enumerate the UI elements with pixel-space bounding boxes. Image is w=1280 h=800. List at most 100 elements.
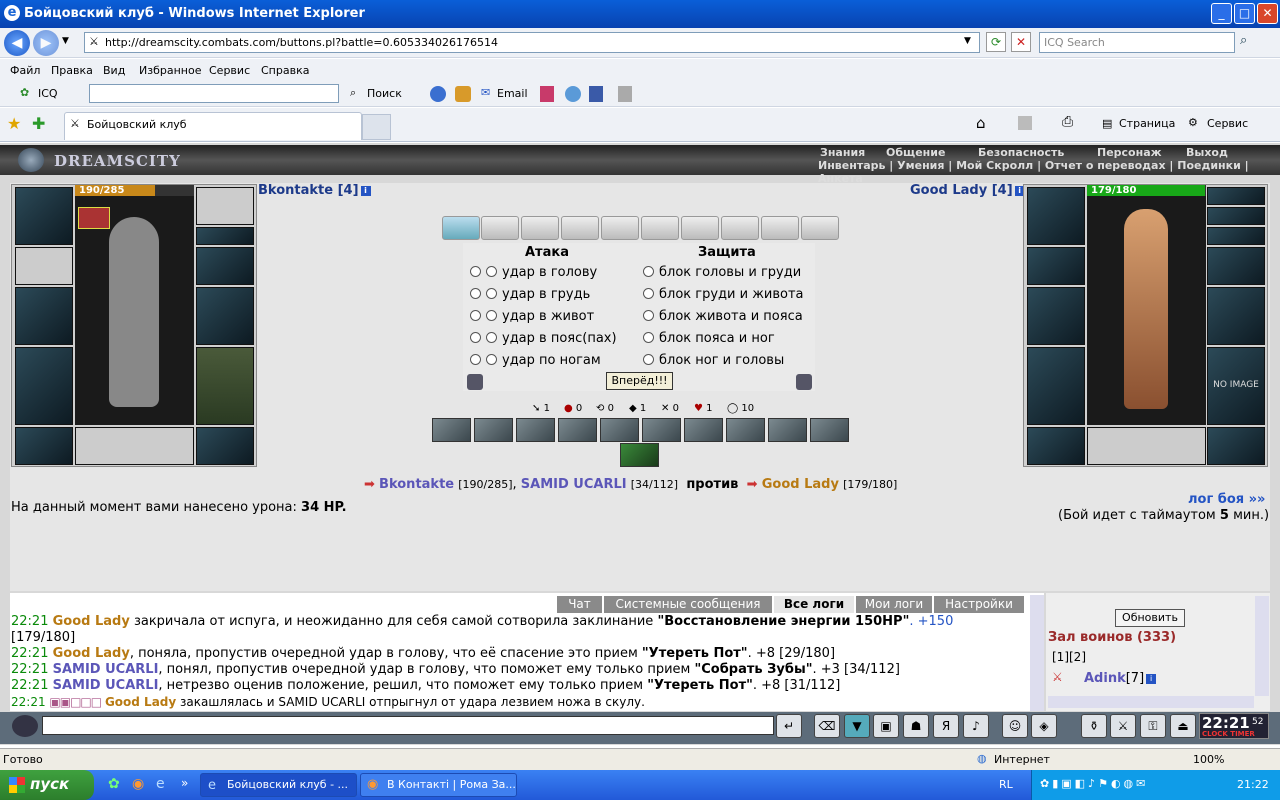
quicklaunch-ie-icon[interactable]: e <box>156 776 165 792</box>
opp-item-slots[interactable] <box>1087 427 1206 465</box>
icq-button[interactable]: ICQ <box>38 87 58 100</box>
clear-icon[interactable]: ⌫ <box>814 714 840 738</box>
chat-name[interactable]: Good Lady <box>105 695 176 709</box>
pants-slot[interactable] <box>196 347 254 425</box>
print-icon[interactable]: ⎙ <box>1062 114 1073 130</box>
skill-slot[interactable] <box>558 418 597 442</box>
chat-scrollbar[interactable] <box>1030 595 1044 711</box>
scroll-slot[interactable] <box>561 216 599 240</box>
minimize-button[interactable]: _ <box>1211 3 1232 24</box>
attack-radio-2[interactable] <box>486 354 497 365</box>
favorites-star-icon[interactable]: ★ <box>7 114 21 133</box>
tray-icons[interactable]: ✿▮▣◧♪⚑◐◍✉ <box>1040 777 1148 790</box>
scroll-slot[interactable] <box>601 216 639 240</box>
send-icon[interactable]: ↵ <box>776 714 802 738</box>
nav-secondary[interactable]: Инвентарь | Умения | Мой Скролл | Отчет … <box>818 159 1280 185</box>
block-radio[interactable] <box>643 354 654 365</box>
bracers-slot[interactable] <box>15 247 73 285</box>
block-radio[interactable] <box>643 332 654 343</box>
save-icon[interactable]: ▣ <box>873 714 899 738</box>
room-scrollbar[interactable] <box>1255 596 1269 696</box>
tab-chat[interactable]: Чат <box>557 596 602 613</box>
skill-slot[interactable] <box>516 418 555 442</box>
amulet-slots[interactable] <box>196 227 254 245</box>
gloves-slot[interactable] <box>196 247 254 285</box>
filter-icon[interactable]: ▼ <box>844 714 870 738</box>
room-hscrollbar[interactable] <box>1048 696 1254 708</box>
new-tab-button[interactable] <box>362 114 391 140</box>
tv-icon[interactable] <box>589 86 603 102</box>
opponent-name[interactable]: Good Lady [4] i <box>910 183 1025 198</box>
task-firefox[interactable]: В Контакті | Рома За... <box>360 773 517 797</box>
opp-weapon-slot[interactable] <box>1027 287 1085 345</box>
armor-slot[interactable] <box>15 347 73 425</box>
task-ie[interactable]: Бойцовский клуб - ... <box>200 773 357 797</box>
boots-slot[interactable] <box>196 427 254 465</box>
weapon-slot[interactable] <box>15 287 73 345</box>
battle-log-link[interactable]: лог боя »» <box>1188 492 1265 507</box>
chat-name[interactable]: SAMID UCARLI <box>53 662 159 677</box>
scroll-slot[interactable] <box>761 216 799 240</box>
refresh-battle-icon[interactable] <box>796 374 812 390</box>
skill-slot[interactable] <box>726 418 765 442</box>
sound-icon[interactable]: ♪ <box>963 714 989 738</box>
lock-icon[interactable]: ⚿ <box>1140 714 1166 738</box>
chat-name[interactable]: Good Lady <box>53 614 130 629</box>
fight-icon[interactable]: ⚔ <box>1110 714 1136 738</box>
attack-radio-2[interactable] <box>486 288 497 299</box>
walk-icon[interactable]: ☗ <box>903 714 929 738</box>
block-radio[interactable] <box>643 288 654 299</box>
opp-no-image-slot[interactable]: NO IMAGE <box>1207 347 1265 425</box>
compass-icon[interactable] <box>430 86 446 102</box>
skill-slot[interactable] <box>684 418 723 442</box>
stop-icon[interactable]: ✕ <box>1011 32 1031 52</box>
vs-player-2[interactable]: SAMID UCARLI <box>521 477 627 492</box>
quicklaunch-more-icon[interactable]: » <box>181 776 188 790</box>
helmet-slot[interactable] <box>15 187 73 245</box>
zoom-level[interactable]: 100% <box>1193 753 1224 766</box>
search-icon[interactable]: ⌕ <box>1240 33 1247 48</box>
refresh-icon[interactable]: ⟳ <box>986 32 1006 52</box>
menu-view[interactable]: Вид <box>103 64 125 77</box>
offhand-slot[interactable] <box>196 287 254 345</box>
attack-radio-1[interactable] <box>470 354 481 365</box>
chat-options-icon[interactable]: ◈ <box>1031 714 1057 738</box>
vs-player-1[interactable]: Bkontakte <box>379 477 454 492</box>
opp-earrings-slot[interactable] <box>1207 227 1265 245</box>
nav-knowledge[interactable]: Знания <box>820 146 865 159</box>
scroll-slot-active[interactable] <box>442 216 480 240</box>
opp-amulet-slot[interactable] <box>1207 207 1265 225</box>
address-input[interactable]: http://dreamscity.combats.com/buttons.pl… <box>84 32 980 53</box>
attack-radio-2[interactable] <box>486 310 497 321</box>
player-item-slots[interactable] <box>75 427 194 465</box>
weather-icon[interactable] <box>565 86 581 102</box>
quicklaunch-firefox-icon[interactable]: ◉ <box>132 776 144 792</box>
opp-offhand-slot[interactable] <box>1207 287 1265 345</box>
translit-icon[interactable]: Я <box>933 714 959 738</box>
skill-slot[interactable] <box>642 418 681 442</box>
tab-all-logs[interactable]: Все логи <box>774 596 854 613</box>
go-button[interactable]: Вперёд!!! <box>606 372 673 390</box>
notes-icon[interactable] <box>540 86 554 102</box>
tab-settings[interactable]: Настройки <box>934 596 1024 613</box>
menu-edit[interactable]: Правка <box>51 64 93 77</box>
ring-slots[interactable] <box>196 187 254 225</box>
room-player[interactable]: Adink[7] i <box>1084 671 1157 686</box>
icq-search-button[interactable]: Поиск <box>367 87 402 100</box>
menu-help[interactable]: Справка <box>261 64 309 77</box>
quicklaunch-icq-icon[interactable]: ✿ <box>108 776 120 792</box>
forward-icon[interactable]: ▶ <box>33 30 59 56</box>
skill-slot[interactable] <box>768 418 807 442</box>
opp-ring-slots[interactable] <box>1207 187 1265 205</box>
skill-slot-special[interactable] <box>620 443 659 467</box>
opp-boots-slot[interactable] <box>1207 427 1265 465</box>
maximize-button[interactable]: □ <box>1234 3 1255 24</box>
people-icon[interactable] <box>455 86 471 102</box>
nav-exit[interactable]: Выход <box>1186 146 1228 159</box>
vs-player-3[interactable]: Good Lady <box>762 477 839 492</box>
belt-slot[interactable] <box>15 427 73 465</box>
block-radio[interactable] <box>643 310 654 321</box>
room-pages[interactable]: [1][2] <box>1052 650 1086 664</box>
attack-radio-1[interactable] <box>470 266 481 277</box>
opp-belt-slot[interactable] <box>1027 427 1085 465</box>
